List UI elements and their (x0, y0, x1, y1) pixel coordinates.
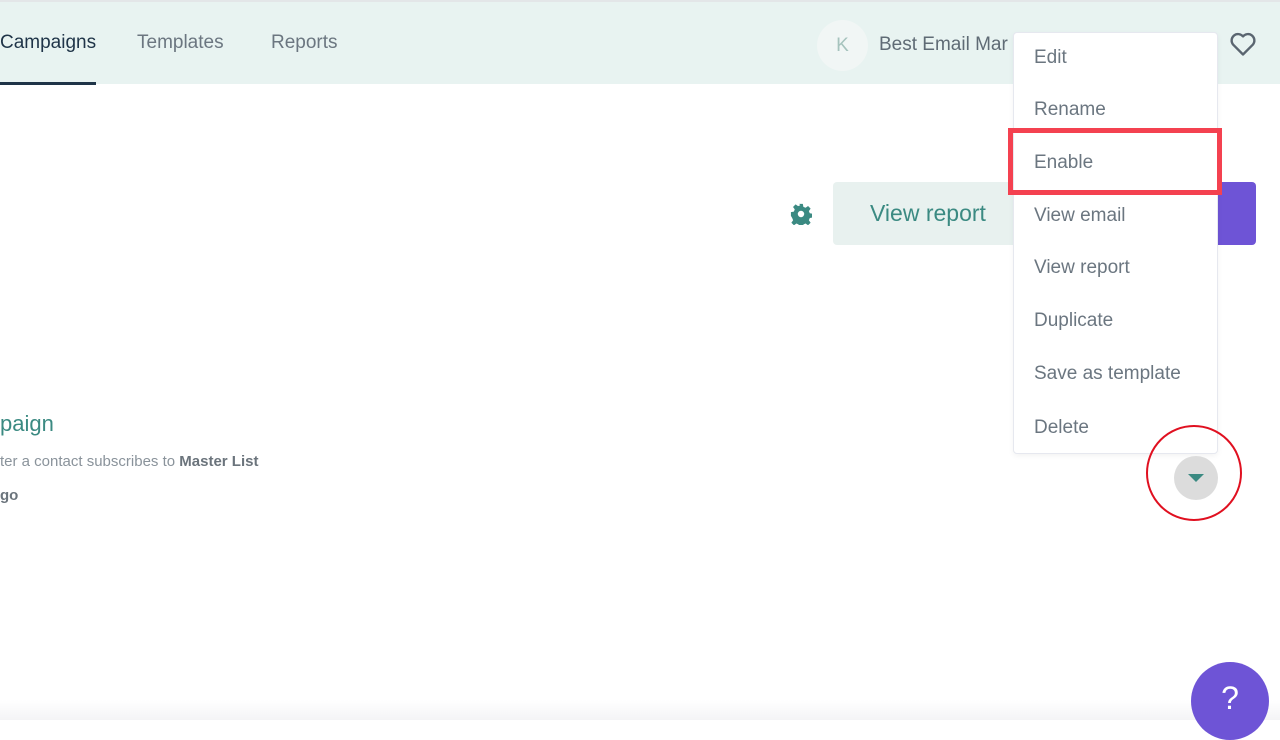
campaign-description: ter a contact subscribes to Master List (0, 453, 258, 470)
menu-item-edit[interactable]: Edit (1034, 47, 1067, 69)
menu-item-duplicate[interactable]: Duplicate (1034, 310, 1113, 332)
campaign-trigger-text: ter a contact subscribes to (0, 453, 180, 470)
campaign-actions-menu: Edit Rename Enable View email View repor… (1013, 32, 1218, 454)
campaign-list-name: Master List (179, 453, 259, 470)
active-tab-indicator (0, 82, 96, 85)
menu-item-view-email[interactable]: View email (1034, 205, 1126, 227)
toggle-highlight-annotation (1146, 425, 1242, 521)
enable-highlight-annotation (1008, 128, 1222, 195)
campaign-title[interactable]: paign (0, 411, 54, 437)
account-avatar[interactable]: K (817, 20, 868, 71)
menu-item-rename[interactable]: Rename (1034, 99, 1106, 121)
menu-item-save-as-template[interactable]: Save as template (1034, 363, 1181, 385)
tab-campaigns[interactable]: Campaigns (0, 32, 96, 54)
tab-reports[interactable]: Reports (271, 32, 338, 54)
campaign-timestamp: go (0, 487, 19, 504)
account-name[interactable]: Best Email Mar (879, 34, 1019, 56)
menu-item-view-report[interactable]: View report (1034, 257, 1130, 279)
heart-icon[interactable] (1229, 31, 1257, 57)
question-mark-icon: ? (1221, 680, 1239, 716)
gear-icon[interactable] (790, 203, 812, 225)
bottom-shadow (0, 700, 1280, 720)
help-button[interactable]: ? (1191, 662, 1269, 740)
avatar-initial: K (836, 34, 849, 56)
tab-templates[interactable]: Templates (137, 32, 224, 54)
menu-item-delete[interactable]: Delete (1034, 417, 1089, 439)
view-report-button[interactable]: View report (833, 182, 1033, 245)
